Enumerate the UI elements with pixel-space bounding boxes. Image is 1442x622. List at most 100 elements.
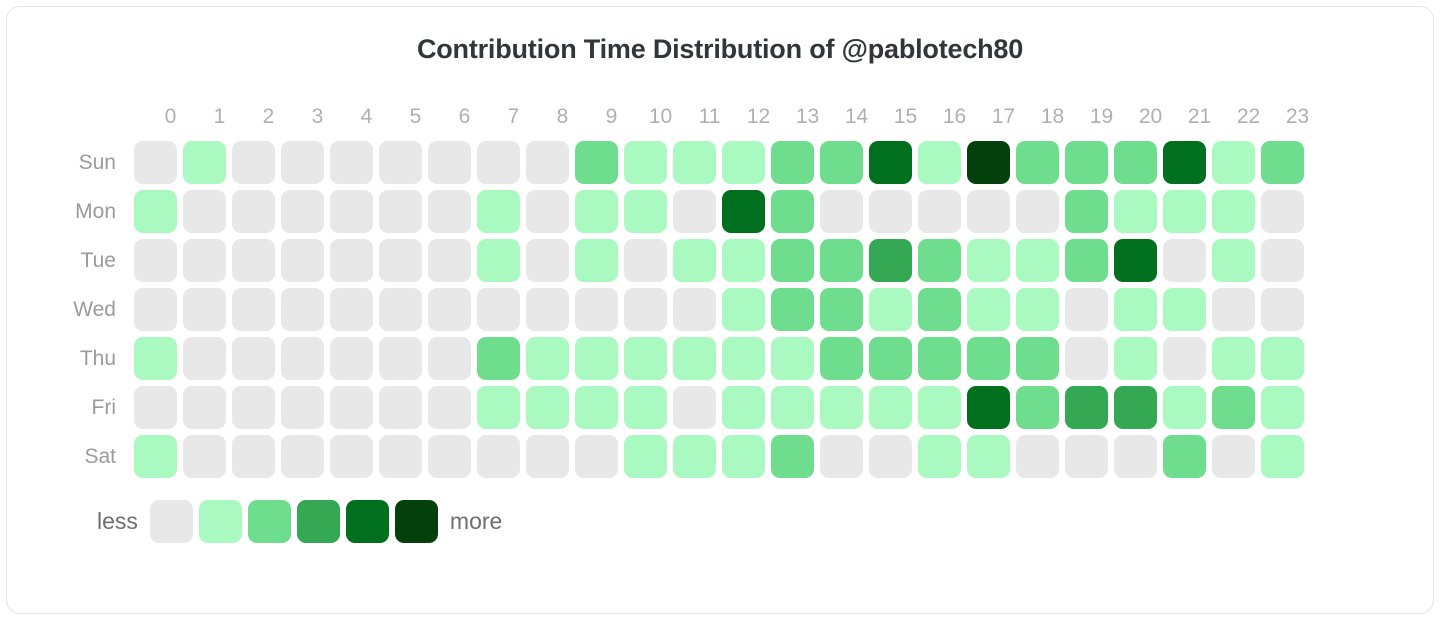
heatmap-cell[interactable] [869, 435, 912, 478]
heatmap-cell[interactable] [379, 239, 422, 282]
heatmap-cell[interactable] [1212, 337, 1255, 380]
heatmap-cell[interactable] [232, 386, 275, 429]
heatmap-cell[interactable] [967, 141, 1010, 184]
heatmap-cell[interactable] [918, 435, 961, 478]
heatmap-cell[interactable] [869, 190, 912, 233]
heatmap-cell[interactable] [673, 288, 716, 331]
heatmap-cell[interactable] [722, 435, 765, 478]
heatmap-cell[interactable] [477, 141, 520, 184]
heatmap-cell[interactable] [526, 239, 569, 282]
heatmap-cell[interactable] [771, 141, 814, 184]
heatmap-cell[interactable] [869, 239, 912, 282]
heatmap-cell[interactable] [624, 435, 667, 478]
heatmap-cell[interactable] [1065, 337, 1108, 380]
heatmap-cell[interactable] [1212, 190, 1255, 233]
heatmap-cell[interactable] [1016, 337, 1059, 380]
heatmap-cell[interactable] [1163, 386, 1206, 429]
heatmap-cell[interactable] [428, 288, 471, 331]
heatmap-cell[interactable] [673, 190, 716, 233]
heatmap-cell[interactable] [526, 337, 569, 380]
heatmap-cell[interactable] [820, 288, 863, 331]
heatmap-cell[interactable] [330, 239, 373, 282]
heatmap-cell[interactable] [967, 239, 1010, 282]
heatmap-cell[interactable] [183, 435, 226, 478]
heatmap-cell[interactable] [1016, 386, 1059, 429]
heatmap-cell[interactable] [1065, 190, 1108, 233]
heatmap-cell[interactable] [281, 141, 324, 184]
heatmap-cell[interactable] [428, 239, 471, 282]
heatmap-cell[interactable] [820, 141, 863, 184]
heatmap-cell[interactable] [967, 386, 1010, 429]
heatmap-cell[interactable] [722, 386, 765, 429]
heatmap-cell[interactable] [1163, 239, 1206, 282]
heatmap-cell[interactable] [477, 190, 520, 233]
heatmap-cell[interactable] [1261, 337, 1304, 380]
heatmap-cell[interactable] [379, 288, 422, 331]
heatmap-cell[interactable] [1114, 337, 1157, 380]
heatmap-cell[interactable] [526, 141, 569, 184]
heatmap-cell[interactable] [918, 288, 961, 331]
heatmap-cell[interactable] [771, 288, 814, 331]
heatmap-cell[interactable] [1261, 239, 1304, 282]
heatmap-cell[interactable] [673, 337, 716, 380]
heatmap-cell[interactable] [281, 337, 324, 380]
heatmap-cell[interactable] [134, 239, 177, 282]
heatmap-cell[interactable] [1016, 288, 1059, 331]
heatmap-cell[interactable] [232, 239, 275, 282]
heatmap-cell[interactable] [967, 190, 1010, 233]
heatmap-cell[interactable] [183, 141, 226, 184]
heatmap-cell[interactable] [134, 435, 177, 478]
heatmap-cell[interactable] [183, 239, 226, 282]
heatmap-cell[interactable] [232, 141, 275, 184]
heatmap-cell[interactable] [1261, 190, 1304, 233]
heatmap-cell[interactable] [1114, 288, 1157, 331]
heatmap-cell[interactable] [232, 337, 275, 380]
heatmap-cell[interactable] [820, 386, 863, 429]
heatmap-cell[interactable] [673, 239, 716, 282]
heatmap-cell[interactable] [526, 435, 569, 478]
heatmap-cell[interactable] [1212, 386, 1255, 429]
heatmap-cell[interactable] [281, 386, 324, 429]
heatmap-cell[interactable] [232, 190, 275, 233]
heatmap-cell[interactable] [379, 141, 422, 184]
heatmap-cell[interactable] [134, 288, 177, 331]
heatmap-cell[interactable] [820, 337, 863, 380]
heatmap-cell[interactable] [428, 141, 471, 184]
heatmap-cell[interactable] [281, 190, 324, 233]
heatmap-cell[interactable] [477, 386, 520, 429]
heatmap-cell[interactable] [1016, 435, 1059, 478]
heatmap-cell[interactable] [1212, 239, 1255, 282]
heatmap-cell[interactable] [183, 337, 226, 380]
heatmap-cell[interactable] [281, 239, 324, 282]
heatmap-cell[interactable] [281, 435, 324, 478]
heatmap-cell[interactable] [1163, 190, 1206, 233]
heatmap-cell[interactable] [428, 337, 471, 380]
heatmap-cell[interactable] [575, 435, 618, 478]
heatmap-cell[interactable] [183, 190, 226, 233]
heatmap-cell[interactable] [1163, 435, 1206, 478]
heatmap-cell[interactable] [624, 337, 667, 380]
heatmap-cell[interactable] [624, 190, 667, 233]
heatmap-cell[interactable] [134, 190, 177, 233]
heatmap-cell[interactable] [918, 337, 961, 380]
heatmap-cell[interactable] [820, 190, 863, 233]
heatmap-cell[interactable] [820, 239, 863, 282]
heatmap-cell[interactable] [232, 288, 275, 331]
heatmap-cell[interactable] [771, 386, 814, 429]
heatmap-cell[interactable] [575, 288, 618, 331]
heatmap-cell[interactable] [1065, 288, 1108, 331]
heatmap-cell[interactable] [869, 337, 912, 380]
heatmap-cell[interactable] [134, 386, 177, 429]
heatmap-cell[interactable] [1212, 435, 1255, 478]
heatmap-cell[interactable] [379, 435, 422, 478]
heatmap-cell[interactable] [428, 435, 471, 478]
heatmap-cell[interactable] [1016, 141, 1059, 184]
heatmap-cell[interactable] [428, 386, 471, 429]
heatmap-cell[interactable] [967, 337, 1010, 380]
heatmap-cell[interactable] [869, 386, 912, 429]
heatmap-cell[interactable] [526, 386, 569, 429]
heatmap-cell[interactable] [183, 288, 226, 331]
heatmap-cell[interactable] [1114, 435, 1157, 478]
heatmap-cell[interactable] [820, 435, 863, 478]
heatmap-cell[interactable] [624, 288, 667, 331]
